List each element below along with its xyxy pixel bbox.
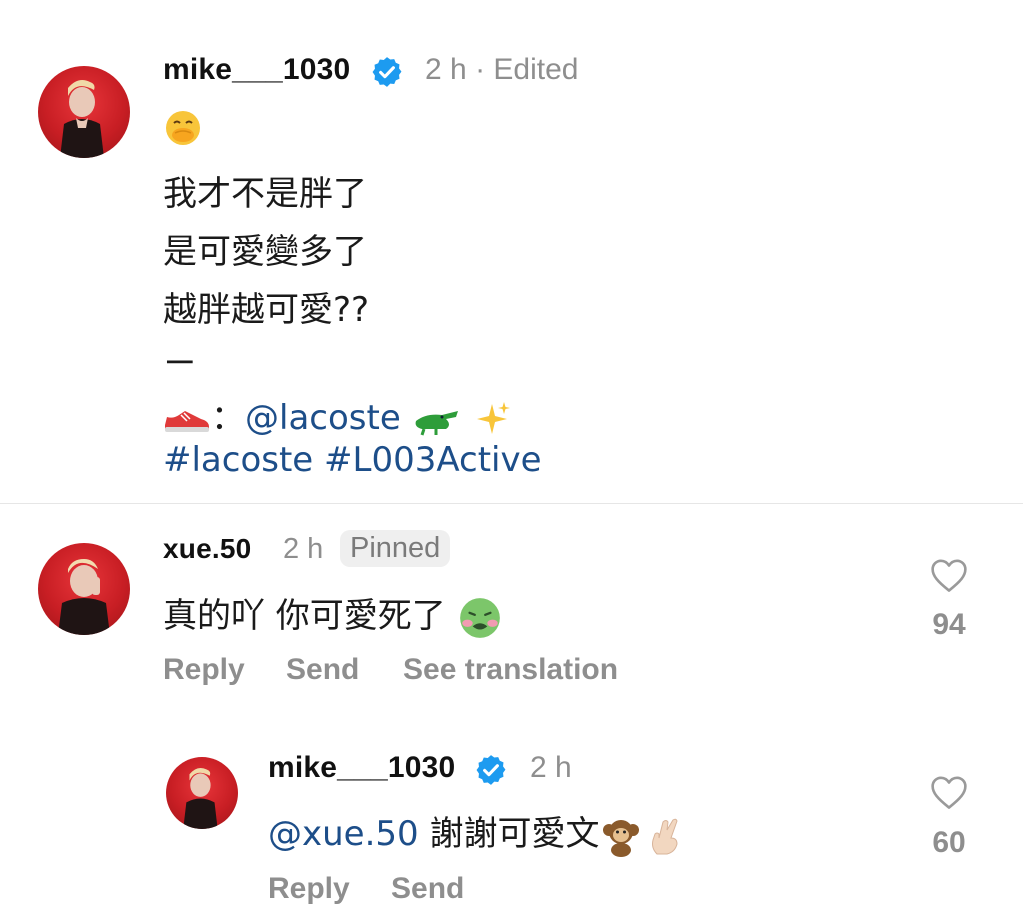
comment-send-button[interactable]: Send	[286, 653, 359, 687]
reply-username[interactable]: mike___1030	[268, 751, 455, 785]
caption-divider	[0, 503, 1023, 504]
post-meta: 2 h · Edited	[425, 53, 578, 87]
crocodile-icon	[415, 410, 458, 435]
sneaker-icon	[165, 410, 209, 432]
reply-text: 謝謝可愛文	[429, 814, 600, 854]
face-hand-over-mouth-icon	[166, 111, 200, 145]
reply-verified-badge-icon	[476, 755, 506, 785]
reply-author-avatar[interactable]	[166, 757, 238, 829]
reply-like-count: 60	[932, 826, 966, 859]
reply-text-line: @xue.50 謝謝可愛文	[268, 806, 687, 858]
caption-line-3: 越胖越可愛??	[163, 290, 370, 330]
comment-like-count: 94	[932, 608, 966, 641]
comment-text: 真的吖 你可愛死了	[163, 596, 446, 636]
comment-text-line: 真的吖 你可愛死了	[163, 588, 503, 641]
post-author-avatar[interactable]	[38, 66, 130, 158]
sparkles-icon	[477, 401, 511, 434]
caption-shoe-line: ：@lacoste	[163, 390, 512, 440]
nauseated-face-icon	[459, 597, 500, 638]
see-translation-button[interactable]: See translation	[403, 653, 618, 687]
post-time: 2 h	[425, 53, 467, 86]
reply-reply-button[interactable]: Reply	[268, 872, 350, 906]
monkey-icon	[603, 819, 640, 857]
reply-like-heart-icon[interactable]	[929, 774, 969, 810]
crossed-fingers-icon	[652, 818, 679, 854]
caption-line-2: 是可愛變多了	[163, 232, 367, 272]
verified-badge-icon	[372, 57, 402, 87]
edited-label: Edited	[493, 53, 579, 86]
comment-time: 2 h	[283, 533, 324, 565]
shoe-separator: ：	[211, 398, 245, 438]
reply-send-button[interactable]: Send	[391, 872, 464, 906]
comment-username[interactable]: xue.50	[163, 533, 251, 565]
mention-link[interactable]: @lacoste	[245, 398, 401, 438]
comment-author-avatar[interactable]	[38, 543, 130, 635]
comment-reply-button[interactable]: Reply	[163, 653, 245, 687]
comment-like-heart-icon[interactable]	[929, 557, 969, 593]
caption-line-1: 我才不是胖了	[163, 174, 367, 214]
hashtags[interactable]: #lacoste #L003Active	[163, 440, 542, 480]
caption-line-4: ㄧ	[163, 344, 197, 384]
meta-separator: ·	[475, 53, 486, 86]
reply-mention-link[interactable]: @xue.50	[268, 814, 419, 854]
pinned-badge: Pinned	[340, 530, 451, 567]
reply-time: 2 h	[530, 751, 572, 784]
post-author-username[interactable]: mike___1030	[163, 53, 350, 87]
